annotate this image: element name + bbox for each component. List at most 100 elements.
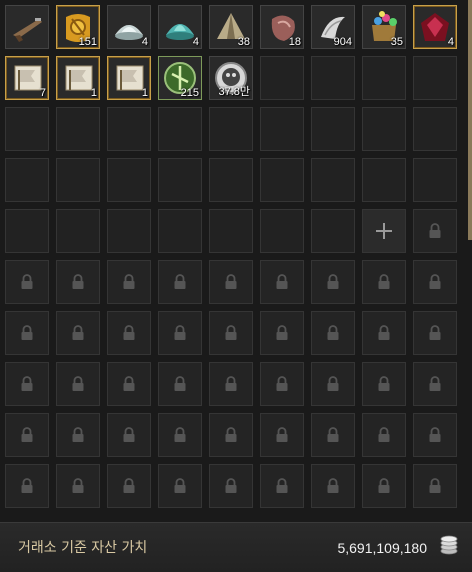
empty-slot[interactable] <box>413 107 457 151</box>
locked-slot <box>413 464 457 508</box>
locked-slot <box>158 260 202 304</box>
inventory-slot[interactable] <box>5 5 49 49</box>
lock-icon <box>174 478 186 493</box>
empty-slot[interactable] <box>362 158 406 202</box>
empty-slot[interactable] <box>158 209 202 253</box>
locked-slot <box>5 362 49 406</box>
empty-slot[interactable] <box>311 158 355 202</box>
item-count: 37.8만 <box>218 86 250 98</box>
lock-icon <box>327 478 339 493</box>
lock-icon <box>276 376 288 391</box>
locked-slot <box>209 464 253 508</box>
empty-slot[interactable] <box>260 158 304 202</box>
lock-icon <box>225 478 237 493</box>
locked-slot <box>362 260 406 304</box>
asset-value-footer: 거래소 기준 자산 가치 5,691,109,180 <box>0 522 472 572</box>
lock-icon <box>174 274 186 289</box>
lock-icon <box>21 376 33 391</box>
locked-slot <box>158 464 202 508</box>
locked-slot <box>107 260 151 304</box>
locked-slot <box>260 464 304 508</box>
empty-slot[interactable] <box>56 209 100 253</box>
locked-slot <box>260 311 304 355</box>
locked-slot <box>107 464 151 508</box>
locked-slot <box>5 260 49 304</box>
empty-slot[interactable] <box>56 107 100 151</box>
locked-slot <box>362 311 406 355</box>
empty-slot[interactable] <box>5 107 49 151</box>
locked-slot <box>56 311 100 355</box>
empty-slot[interactable] <box>158 158 202 202</box>
item-count: 1 <box>90 87 97 99</box>
scrollbar[interactable] <box>468 0 472 240</box>
inventory-slot[interactable]: 1 <box>56 56 100 100</box>
lock-icon <box>327 376 339 391</box>
inventory-slot[interactable]: 35 <box>362 5 406 49</box>
lock-icon <box>276 274 288 289</box>
locked-slot <box>362 413 406 457</box>
locked-slot <box>56 413 100 457</box>
inventory-slot[interactable]: 7 <box>5 56 49 100</box>
inventory-slot[interactable]: 151 <box>56 5 100 49</box>
inventory-slot[interactable]: 18 <box>260 5 304 49</box>
empty-slot[interactable] <box>311 56 355 100</box>
lock-icon <box>72 376 84 391</box>
inventory-slot[interactable]: 215 <box>158 56 202 100</box>
lock-icon <box>327 325 339 340</box>
empty-slot[interactable] <box>5 209 49 253</box>
empty-slot[interactable] <box>260 107 304 151</box>
inventory-slot[interactable]: 904 <box>311 5 355 49</box>
empty-slot[interactable] <box>107 158 151 202</box>
lock-icon <box>225 376 237 391</box>
empty-slot[interactable] <box>209 209 253 253</box>
empty-slot[interactable] <box>107 209 151 253</box>
locked-slot <box>158 362 202 406</box>
item-count: 151 <box>78 36 97 48</box>
inventory-slot[interactable]: 38 <box>209 5 253 49</box>
locked-slot <box>311 362 355 406</box>
empty-slot[interactable] <box>362 56 406 100</box>
lock-icon <box>123 325 135 340</box>
inventory-slot[interactable]: 4 <box>107 5 151 49</box>
empty-slot[interactable] <box>413 158 457 202</box>
lock-icon <box>72 427 84 442</box>
item-count: 38 <box>237 36 250 48</box>
empty-slot[interactable] <box>5 158 49 202</box>
empty-slot[interactable] <box>107 107 151 151</box>
inventory-grid: 151 4 4 38 18 904 35 4 7 1 1 215 37.8만 <box>5 5 457 508</box>
lock-icon <box>378 274 390 289</box>
locked-slot <box>107 311 151 355</box>
locked-slot <box>209 311 253 355</box>
locked-slot <box>362 362 406 406</box>
empty-slot[interactable] <box>260 56 304 100</box>
empty-slot[interactable] <box>413 56 457 100</box>
lock-icon <box>429 223 441 238</box>
empty-slot[interactable] <box>311 209 355 253</box>
lock-icon <box>378 325 390 340</box>
lock-icon <box>174 427 186 442</box>
add-slot-button[interactable] <box>362 209 406 253</box>
lock-icon <box>429 274 441 289</box>
empty-slot[interactable] <box>260 209 304 253</box>
locked-slot <box>413 209 457 253</box>
lock-icon <box>72 478 84 493</box>
lock-icon <box>327 274 339 289</box>
locked-slot <box>311 311 355 355</box>
empty-slot[interactable] <box>311 107 355 151</box>
lock-icon <box>276 427 288 442</box>
empty-slot[interactable] <box>362 107 406 151</box>
inventory-slot[interactable]: 4 <box>158 5 202 49</box>
inventory-slot[interactable]: 1 <box>107 56 151 100</box>
lock-icon <box>123 274 135 289</box>
lock-icon <box>327 427 339 442</box>
locked-slot <box>56 260 100 304</box>
inventory-slot[interactable]: 37.8만 <box>209 56 253 100</box>
empty-slot[interactable] <box>56 158 100 202</box>
inventory-slot[interactable]: 4 <box>413 5 457 49</box>
empty-slot[interactable] <box>158 107 202 151</box>
empty-slot[interactable] <box>209 107 253 151</box>
item-count: 4 <box>447 36 454 48</box>
lock-icon <box>378 478 390 493</box>
item-count: 7 <box>39 87 46 99</box>
empty-slot[interactable] <box>209 158 253 202</box>
